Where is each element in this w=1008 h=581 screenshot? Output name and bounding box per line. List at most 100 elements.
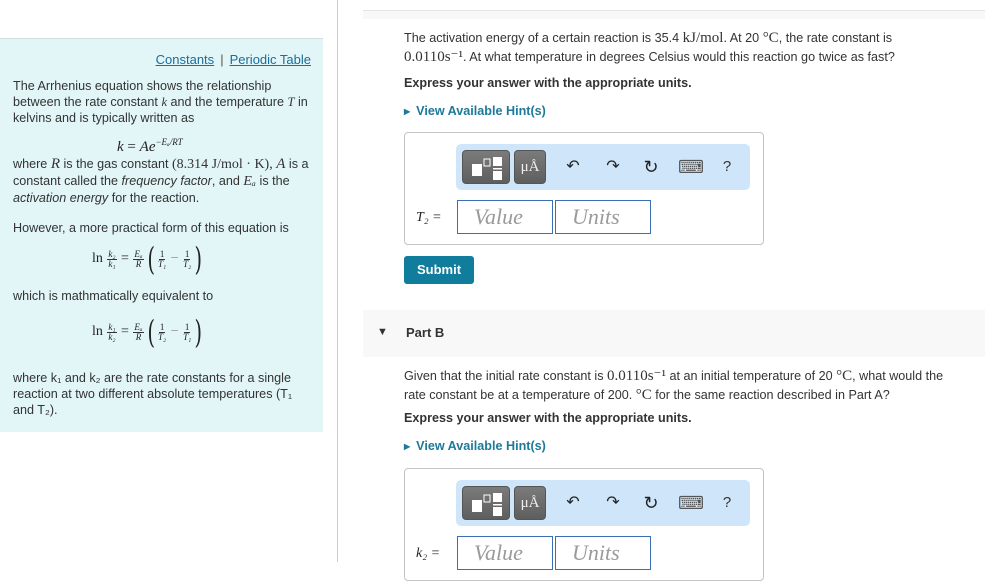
where-k1-k2-text: where k₁ and k₂ are the rate constants f… (13, 371, 293, 417)
part-b-title: Part B (406, 325, 445, 340)
math-toolbar: μÅ ↶ ↷ ↻ ⌨ ? (456, 144, 750, 190)
question-part: . At what temperature in degrees Celsius… (462, 50, 895, 64)
question-part: , the rate constant is (778, 31, 893, 45)
t2-label: T₂ = (416, 208, 442, 226)
var-k: k (161, 95, 168, 109)
frac-numerator: 1 (158, 321, 166, 333)
variable-label: T₂ = (416, 210, 442, 225)
part-a-hint-toggle[interactable]: ▶ View Available Hint(s) (404, 104, 546, 118)
units-input[interactable]: Units (555, 536, 651, 570)
degree-celsius: °C (836, 368, 853, 384)
var-Ea: Eₐ (243, 174, 257, 189)
redo-icon[interactable]: ↷ (603, 493, 623, 513)
part-b-instruction: Express your answer with the appropriate… (404, 411, 692, 425)
resource-links: Constants | Periodic Table (156, 52, 311, 67)
right-paren: ) (194, 240, 203, 278)
keyboard-icon[interactable]: ⌨ (678, 493, 704, 513)
hint-label: View Available Hint(s) (416, 439, 546, 453)
frac-numerator: Eₐ (133, 321, 144, 333)
part-a-question: The activation energy of a certain react… (404, 29, 964, 67)
activation-energy-unit: kJ/mol (682, 30, 724, 46)
equivalent-text: which is mathmatically equivalent to (13, 289, 214, 303)
left-paren: ( (147, 240, 155, 278)
eq-equals: = (121, 251, 129, 267)
templates-icon (472, 157, 502, 180)
units-input[interactable]: Units (555, 200, 651, 234)
part-b-header[interactable]: ▼ Part B (363, 310, 985, 357)
caret-right-icon: ▶ (404, 107, 411, 116)
units-button[interactable]: μÅ (514, 486, 546, 520)
redo-icon[interactable]: ↷ (603, 157, 623, 177)
where-part: is the gas constant (63, 157, 169, 171)
info-panel: Constants | Periodic Table The Arrhenius e… (0, 38, 323, 432)
question-part: at an initial temperature of 20 (669, 369, 833, 383)
where-part: for the reaction. (111, 191, 200, 205)
hint-label: View Available Hint(s) (416, 104, 546, 118)
help-icon[interactable]: ? (717, 493, 737, 513)
keyboard-icon[interactable]: ⌨ (678, 157, 704, 177)
units-button[interactable]: μÅ (514, 150, 546, 184)
part-b-hint-toggle[interactable]: ▶ View Available Hint(s) (404, 439, 546, 453)
templates-icon (472, 493, 502, 516)
frequency-factor-term: frequency factor (121, 174, 212, 188)
submit-button[interactable]: Submit (404, 256, 474, 284)
frac-numerator: 1 (183, 321, 191, 333)
where-part: , and (211, 174, 240, 188)
k2-label: k₂ = (416, 544, 440, 562)
link-separator: | (220, 52, 224, 67)
frac-denominator: T₂ (183, 258, 192, 269)
templates-button[interactable] (462, 150, 510, 184)
reset-icon[interactable]: ↻ (641, 493, 661, 513)
part-b-question: Given that the initial rate constant is … (404, 367, 984, 405)
frac-denominator: R (135, 331, 142, 342)
rate-constant-value: 0.0110s⁻¹ (607, 368, 666, 384)
intro-text: The Arrhenius equation shows the relatio… (13, 78, 313, 126)
part-a-answer-box: μÅ ↶ ↷ ↻ ⌨ ? T₂ = Value Units (404, 132, 764, 245)
help-icon[interactable]: ? (717, 157, 737, 177)
degree-celsius: °C (635, 387, 652, 403)
var-A: A (276, 156, 286, 172)
where-part: is the (259, 174, 290, 188)
panel-divider (337, 0, 338, 562)
value-input[interactable]: Value (457, 200, 553, 234)
question-part: . At 20 (723, 31, 760, 45)
equivalent-equation: ln k₁ k₂ = Eₐ R(1 T₂ − 1 T₁) (92, 313, 205, 351)
caret-right-icon: ▶ (404, 442, 411, 451)
undo-icon[interactable]: ↶ (563, 493, 583, 513)
question-part: The activation energy of a certain react… (404, 31, 680, 45)
right-paren: ) (194, 313, 203, 351)
frac-numerator: k₁ (107, 321, 117, 333)
eq-A: A (139, 139, 149, 155)
value-input[interactable]: Value (457, 536, 553, 570)
frac-numerator: 1 (158, 248, 166, 260)
frac-denominator: R (135, 258, 142, 269)
intro-part: and the temperature (170, 95, 284, 109)
gas-constant-value: (8.314 J/mol · K), (172, 157, 273, 172)
degree-celsius: °C (762, 30, 779, 46)
eq-minus: − (170, 324, 179, 340)
practical-equation: ln k₂ k₁ = Eₐ R(1 T₁ − 1 T₂) (92, 240, 205, 278)
rate-constant-value: 0.0110s⁻¹ (404, 49, 463, 65)
frac-denominator: k₁ (108, 258, 116, 269)
question-part: for the same reaction described in Part … (655, 388, 890, 402)
left-paren: ( (147, 313, 155, 351)
reset-icon[interactable]: ↻ (641, 157, 661, 177)
eq-minus: − (170, 251, 179, 267)
templates-button[interactable] (462, 486, 510, 520)
frac-numerator: Eₐ (133, 248, 144, 260)
frac-denominator: T₁ (158, 258, 167, 269)
part-a-header-bar (363, 10, 985, 19)
constants-link[interactable]: Constants (156, 52, 215, 67)
frac-denominator: k₂ (108, 331, 116, 342)
periodic-table-link[interactable]: Periodic Table (230, 52, 311, 67)
frac-denominator: T₂ (158, 331, 167, 342)
caret-down-icon[interactable]: ▼ (377, 326, 388, 338)
undo-icon[interactable]: ↶ (563, 157, 583, 177)
eq-ln: ln (92, 324, 103, 340)
math-toolbar: μÅ ↶ ↷ ↻ ⌨ ? (456, 480, 750, 526)
arrhenius-equation: k = Ae−Eₐ/RT (117, 137, 183, 156)
var-T: T (287, 95, 295, 109)
question-part: Given that the initial rate constant is (404, 369, 604, 383)
eq-equals: = (127, 139, 136, 155)
eq-equals: = (121, 324, 129, 340)
